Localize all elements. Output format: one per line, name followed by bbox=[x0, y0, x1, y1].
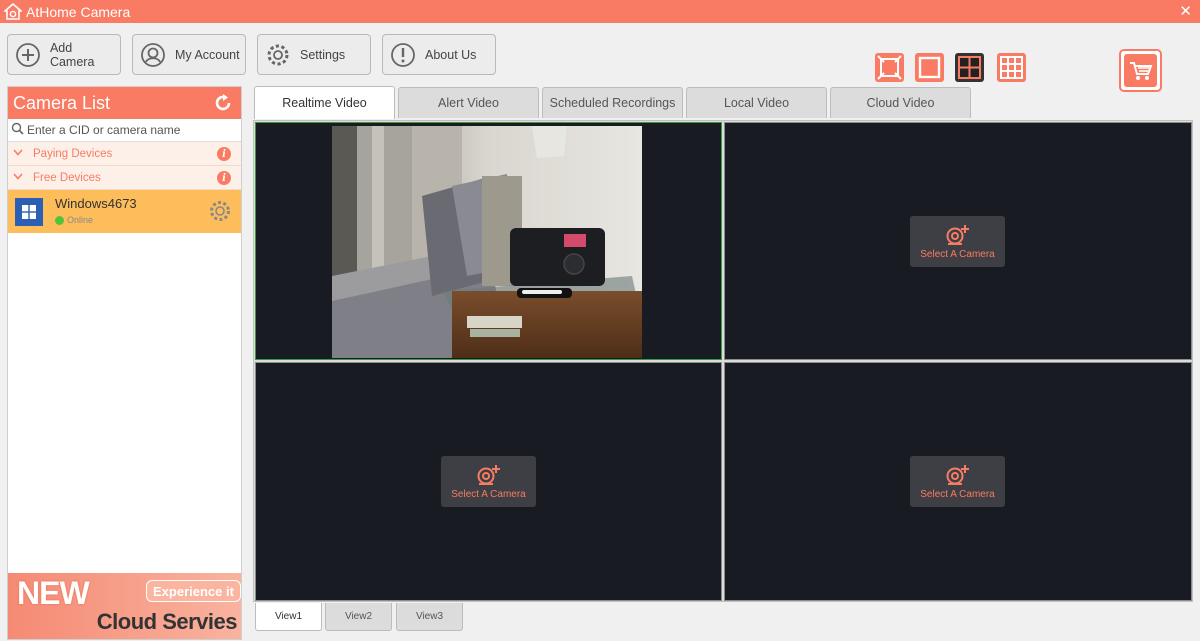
select-camera-button[interactable]: Select A Camera bbox=[441, 456, 536, 507]
shop-cart-button[interactable] bbox=[1119, 49, 1162, 92]
refresh-icon[interactable] bbox=[213, 93, 233, 116]
view-tab-3[interactable]: View3 bbox=[396, 603, 463, 631]
view-tab-1[interactable]: View1 bbox=[255, 603, 322, 631]
live-video-feed bbox=[332, 126, 642, 358]
gear-icon bbox=[264, 41, 292, 69]
add-camera-label: Add Camera bbox=[49, 40, 95, 69]
add-camera-icon bbox=[946, 464, 969, 485]
device-item[interactable]: Windows4673 Online bbox=[8, 190, 241, 233]
promo-new-text: NEW bbox=[17, 575, 90, 611]
tab-realtime-video[interactable]: Realtime Video bbox=[254, 86, 395, 119]
about-us-label: About Us bbox=[425, 47, 477, 62]
group-free-devices[interactable]: Free Devices i bbox=[8, 166, 241, 190]
four-view-icon bbox=[958, 56, 981, 79]
view-tab-2[interactable]: View2 bbox=[325, 603, 392, 631]
settings-button[interactable]: Settings bbox=[257, 34, 371, 75]
select-camera-label: Select A Camera bbox=[920, 488, 995, 500]
fullscreen-layout-button[interactable] bbox=[875, 53, 904, 82]
video-cell-2: Select A Camera bbox=[724, 122, 1192, 360]
group-label: Free Devices bbox=[33, 171, 101, 184]
online-status-dot bbox=[55, 215, 64, 225]
plus-circle-icon bbox=[14, 41, 42, 69]
close-window-button[interactable]: ✕ bbox=[1179, 2, 1192, 20]
tab-alert-video[interactable]: Alert Video bbox=[398, 87, 539, 118]
search-input[interactable] bbox=[27, 123, 227, 137]
chevron-down-icon bbox=[13, 148, 25, 159]
device-settings-gear-icon[interactable] bbox=[208, 199, 232, 226]
tab-cloud-video[interactable]: Cloud Video bbox=[830, 87, 971, 118]
camera-list-header: Camera List bbox=[8, 87, 241, 119]
video-cell-4: Select A Camera bbox=[724, 362, 1192, 601]
promo-cloud-text: Cloud Servies bbox=[96, 609, 238, 634]
search-icon bbox=[11, 122, 24, 138]
group-label: Paying Devices bbox=[33, 147, 113, 160]
four-view-layout-button[interactable] bbox=[955, 53, 984, 82]
tab-scheduled-recordings[interactable]: Scheduled Recordings bbox=[542, 87, 683, 118]
tab-local-video[interactable]: Local Video bbox=[686, 87, 827, 118]
title-bar: AtHome Camera ✕ bbox=[0, 0, 1200, 23]
single-view-layout-button[interactable] bbox=[915, 53, 944, 82]
exclamation-circle-icon bbox=[389, 41, 417, 69]
cloud-service-promo-banner[interactable]: NEW Experience it Cloud Servies bbox=[8, 573, 241, 639]
info-icon[interactable]: i bbox=[217, 171, 231, 185]
windows-icon bbox=[15, 197, 43, 226]
app-title: AtHome Camera bbox=[26, 3, 131, 20]
search-box bbox=[8, 119, 241, 142]
group-paying-devices[interactable]: Paying Devices i bbox=[8, 142, 241, 166]
promo-experience-badge: Experience it bbox=[146, 580, 241, 602]
video-grid: Select A Camera Select A Camera Select A… bbox=[253, 120, 1193, 602]
nine-view-icon bbox=[1000, 56, 1023, 79]
shopping-cart-icon bbox=[1124, 54, 1157, 87]
select-camera-button[interactable]: Select A Camera bbox=[910, 216, 1005, 267]
add-camera-icon bbox=[946, 224, 969, 245]
select-camera-label: Select A Camera bbox=[451, 488, 526, 500]
add-camera-icon bbox=[477, 464, 500, 485]
add-camera-button[interactable]: Add Camera bbox=[7, 34, 121, 75]
select-camera-button[interactable]: Select A Camera bbox=[910, 456, 1005, 507]
chevron-down-icon bbox=[13, 172, 25, 183]
fullscreen-icon bbox=[877, 55, 902, 80]
home-camera-logo-icon bbox=[4, 2, 22, 21]
settings-label: Settings bbox=[300, 47, 346, 62]
nine-view-layout-button[interactable] bbox=[997, 53, 1026, 82]
camera-list-panel: Camera List Paying Devices i Free Device… bbox=[7, 86, 242, 640]
video-cell-3: Select A Camera bbox=[255, 362, 722, 601]
my-account-button[interactable]: My Account bbox=[132, 34, 246, 75]
info-icon[interactable]: i bbox=[217, 147, 231, 161]
camera-list-title: Camera List bbox=[13, 92, 111, 113]
device-status: Online bbox=[55, 215, 93, 225]
select-camera-label: Select A Camera bbox=[920, 248, 995, 260]
account-icon bbox=[139, 41, 167, 69]
video-cell-1[interactable] bbox=[255, 122, 722, 360]
device-name: Windows4673 bbox=[55, 196, 137, 211]
single-view-icon bbox=[918, 56, 941, 79]
about-us-button[interactable]: About Us bbox=[382, 34, 496, 75]
device-status-label: Online bbox=[67, 215, 94, 225]
my-account-label: My Account bbox=[175, 47, 240, 62]
